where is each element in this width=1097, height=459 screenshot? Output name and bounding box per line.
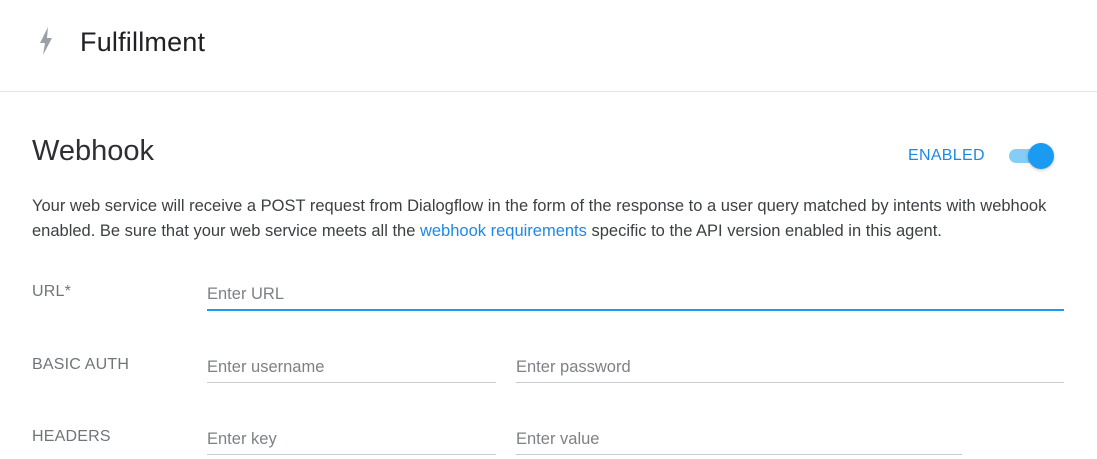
bolt-icon: [40, 27, 52, 55]
password-input[interactable]: [516, 352, 1064, 383]
page-header: Fulfillment: [0, 0, 1097, 92]
webhook-requirements-link[interactable]: webhook requirements: [420, 222, 587, 240]
username-input[interactable]: [207, 352, 496, 383]
description-text-end: specific to the API version enabled in t…: [586, 222, 942, 240]
webhook-status-label: ENABLED: [908, 147, 985, 164]
webhook-enabled-toggle[interactable]: [1009, 143, 1055, 169]
header-key-input[interactable]: [207, 424, 496, 455]
webhook-title: Webhook: [32, 135, 154, 167]
toggle-knob: [1028, 143, 1054, 169]
basic-auth-label: BASIC AUTH: [32, 356, 130, 373]
page-title: Fulfillment: [80, 27, 206, 57]
url-input[interactable]: [207, 280, 1064, 311]
headers-label: HEADERS: [32, 428, 111, 445]
url-label: URL*: [32, 283, 72, 300]
header-value-input[interactable]: [516, 424, 962, 455]
webhook-description: Your web service will receive a POST req…: [32, 194, 1072, 244]
